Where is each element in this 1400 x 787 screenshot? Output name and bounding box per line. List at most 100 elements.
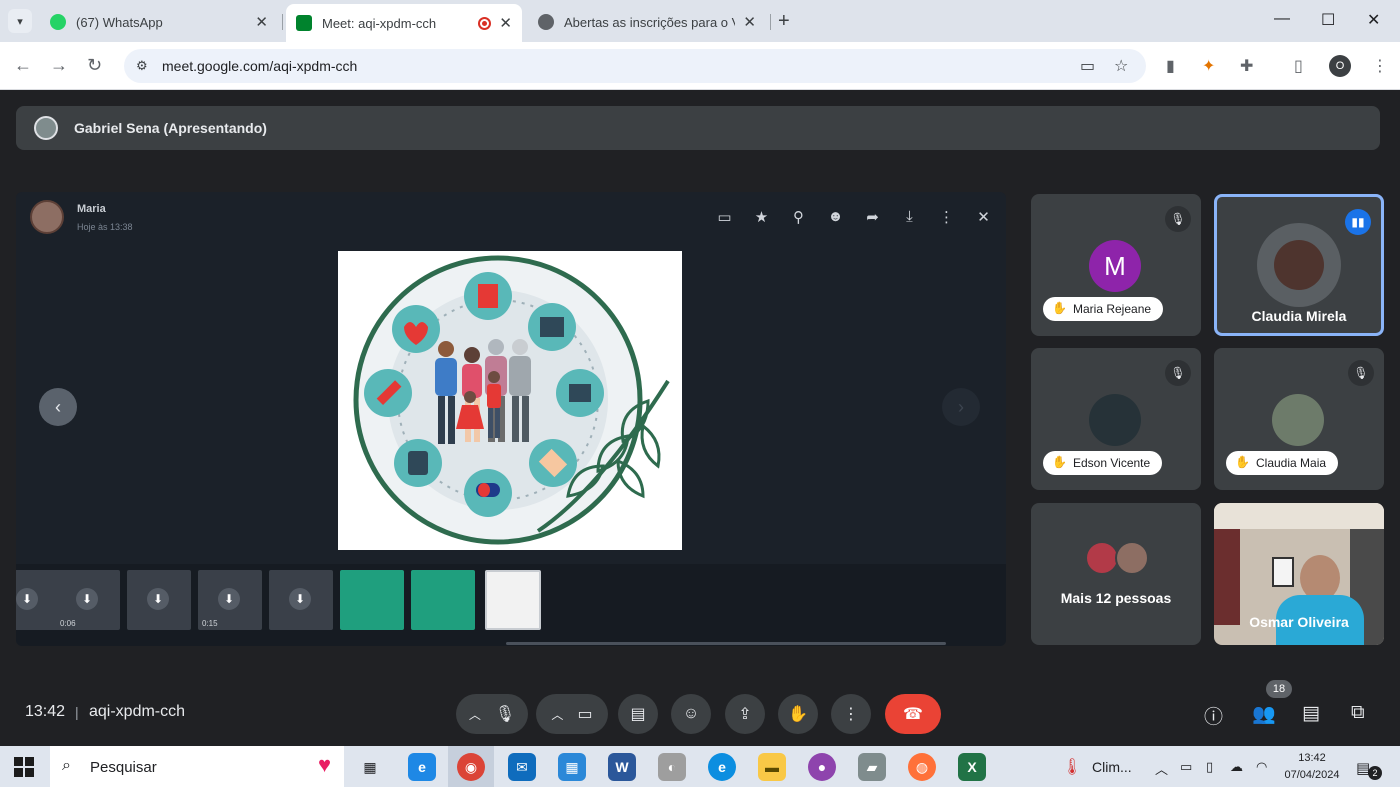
- chevron-up-icon[interactable]: ︿: [1155, 759, 1168, 778]
- close-window-icon[interactable]: ✕: [1367, 10, 1380, 30]
- device-icon[interactable]: ▯: [1206, 759, 1213, 775]
- puzzle-icon[interactable]: ✚: [1240, 56, 1253, 76]
- participant-tile[interactable]: 🎙 Claudia Maia: [1214, 348, 1384, 490]
- star-icon[interactable]: ☆: [1114, 56, 1128, 76]
- extension-icon[interactable]: ✦: [1202, 56, 1215, 76]
- strip-scrollbar[interactable]: [506, 642, 946, 645]
- file-explorer-icon[interactable]: ▬: [758, 753, 786, 781]
- thumbnail[interactable]: ⬇: [16, 570, 60, 630]
- thumbnail[interactable]: ⬇ 0:06: [56, 570, 120, 630]
- internet-explorer-icon[interactable]: e: [408, 753, 436, 781]
- mail-icon[interactable]: ✉: [508, 753, 536, 781]
- presenter-bar: Gabriel Sena (Apresentando): [16, 106, 1380, 150]
- comment-icon[interactable]: ▭: [706, 208, 743, 226]
- thumbnail-image[interactable]: [340, 570, 404, 630]
- participant-tile-video[interactable]: Osmar Oliveira: [1214, 503, 1384, 645]
- leave-call-button[interactable]: ☎: [885, 694, 941, 734]
- thumbnail[interactable]: ⬇ 0:15: [198, 570, 262, 630]
- maximize-icon[interactable]: ☐: [1321, 10, 1335, 30]
- camera-icon[interactable]: ▭: [577, 704, 592, 724]
- battery-icon[interactable]: ▭: [1180, 759, 1192, 775]
- wifi-icon[interactable]: ◠: [1256, 759, 1267, 775]
- search-icon: ⌕: [62, 757, 71, 774]
- taskbar-search[interactable]: ⌕ Pesquisar ♥: [50, 746, 344, 787]
- minimize-icon[interactable]: —: [1274, 10, 1290, 28]
- profile-avatar[interactable]: O: [1329, 55, 1351, 77]
- chevron-up-icon[interactable]: ︿: [551, 706, 563, 723]
- notification-count: 2: [1368, 766, 1382, 780]
- mic-icon[interactable]: 🎙: [495, 704, 515, 724]
- captions-button[interactable]: ▤: [618, 694, 658, 734]
- forward-icon[interactable]: ➦: [854, 208, 891, 226]
- info-icon[interactable]: ⓘ: [1204, 702, 1223, 729]
- word-icon[interactable]: W: [608, 753, 636, 781]
- thumbnail-image[interactable]: [411, 570, 475, 630]
- thumbnail-strip: ⬇ ⬇ 0:06 ⬇ ⬇ 0:15 ⬇: [16, 564, 1006, 646]
- paint-icon[interactable]: ●: [808, 753, 836, 781]
- camera-icon[interactable]: ▭: [1080, 56, 1095, 76]
- cloud-icon[interactable]: ☁: [1230, 759, 1243, 775]
- chevron-up-icon[interactable]: ︿: [469, 706, 481, 723]
- raise-hand-button[interactable]: ✋: [778, 694, 818, 734]
- next-button[interactable]: ›: [942, 388, 980, 426]
- download-icon[interactable]: ⤓: [891, 208, 928, 226]
- tab-whatsapp[interactable]: (67) WhatsApp ✕: [40, 6, 278, 38]
- more-options-button[interactable]: ⋮: [831, 694, 871, 734]
- thumbnail[interactable]: ⬇: [269, 570, 333, 630]
- shared-image: [338, 251, 682, 550]
- participant-tile[interactable]: 🎙 Edson Vicente: [1031, 348, 1201, 490]
- close-icon[interactable]: ✕: [499, 14, 512, 32]
- app-icon[interactable]: ◐: [658, 753, 686, 781]
- thumbnail[interactable]: ⬇: [127, 570, 191, 630]
- weather-label[interactable]: Clim...: [1092, 759, 1132, 775]
- store-icon[interactable]: ▦: [558, 753, 586, 781]
- previous-button[interactable]: ‹: [39, 388, 77, 426]
- new-tab-button[interactable]: +: [778, 10, 790, 33]
- present-button[interactable]: ⇪: [725, 694, 765, 734]
- tab-meet[interactable]: Meet: aqi-xpdm-cch ✕: [286, 4, 522, 42]
- emoji-icon[interactable]: ☻: [817, 208, 854, 226]
- side-panel-icon[interactable]: ▯: [1294, 56, 1303, 76]
- reload-icon[interactable]: ↻: [87, 55, 102, 76]
- browser-toolbar: ← → ↻ ⚙ meet.google.com/aqi-xpdm-cch ▭ ☆…: [0, 42, 1400, 90]
- firefox-icon[interactable]: ◍: [908, 753, 936, 781]
- menu-icon[interactable]: ⋮: [1372, 56, 1388, 76]
- avatar-photo: [1274, 240, 1324, 290]
- more-icon[interactable]: ⋮: [928, 208, 965, 226]
- edge-icon[interactable]: e: [708, 753, 736, 781]
- star-icon[interactable]: ★: [743, 208, 780, 226]
- thermometer-icon[interactable]: 🌡: [1062, 757, 1082, 777]
- site-info-icon[interactable]: ⚙: [136, 58, 148, 74]
- task-view-icon[interactable]: ▦: [356, 753, 384, 781]
- url-text[interactable]: meet.google.com/aqi-xpdm-cch: [162, 58, 357, 74]
- address-bar[interactable]: ⚙ meet.google.com/aqi-xpdm-cch ▭ ☆: [124, 49, 1146, 83]
- thumbnail-selected[interactable]: [485, 570, 541, 630]
- excel-icon[interactable]: X: [958, 753, 986, 781]
- tab-inscricoes[interactable]: Abertas as inscrições para o V C ✕: [528, 6, 766, 38]
- participant-name: Maria Rejeane: [1043, 297, 1164, 321]
- close-icon[interactable]: ✕: [255, 13, 268, 31]
- more-participants-tile[interactable]: Mais 12 pessoas: [1031, 503, 1201, 645]
- windows-start-icon[interactable]: [14, 757, 34, 777]
- app-icon[interactable]: ▰: [858, 753, 886, 781]
- chrome-icon[interactable]: ◉: [457, 753, 485, 781]
- forward-icon[interactable]: →: [50, 55, 68, 76]
- close-icon[interactable]: ✕: [743, 13, 756, 31]
- people-icon[interactable]: 👥: [1252, 702, 1276, 726]
- activities-icon[interactable]: ⧉: [1351, 702, 1365, 724]
- extension-icon[interactable]: ▮: [1166, 56, 1175, 76]
- camera-control[interactable]: ︿ ▭: [536, 694, 608, 734]
- emoji-button[interactable]: ☺: [671, 694, 711, 734]
- close-icon[interactable]: ✕: [965, 208, 1002, 226]
- chevron-left-icon: ‹: [55, 396, 61, 417]
- avatar: [1085, 541, 1119, 575]
- pin-icon[interactable]: ⚲: [780, 208, 817, 226]
- back-icon[interactable]: ←: [14, 55, 32, 76]
- tab-search-button[interactable]: ▾: [8, 9, 32, 33]
- chat-icon[interactable]: ▤: [1302, 702, 1320, 725]
- mic-control[interactable]: ︿ 🎙: [456, 694, 528, 734]
- participant-tile-speaking[interactable]: ▮▮ Claudia Mirela: [1214, 194, 1384, 336]
- participant-tile[interactable]: 🎙 M Maria Rejeane: [1031, 194, 1201, 336]
- system-clock[interactable]: 13:42 07/04/2024: [1282, 750, 1342, 784]
- browser-tab-strip: ▾ (67) WhatsApp ✕ Meet: aqi-xpdm-cch ✕ A…: [0, 0, 1400, 42]
